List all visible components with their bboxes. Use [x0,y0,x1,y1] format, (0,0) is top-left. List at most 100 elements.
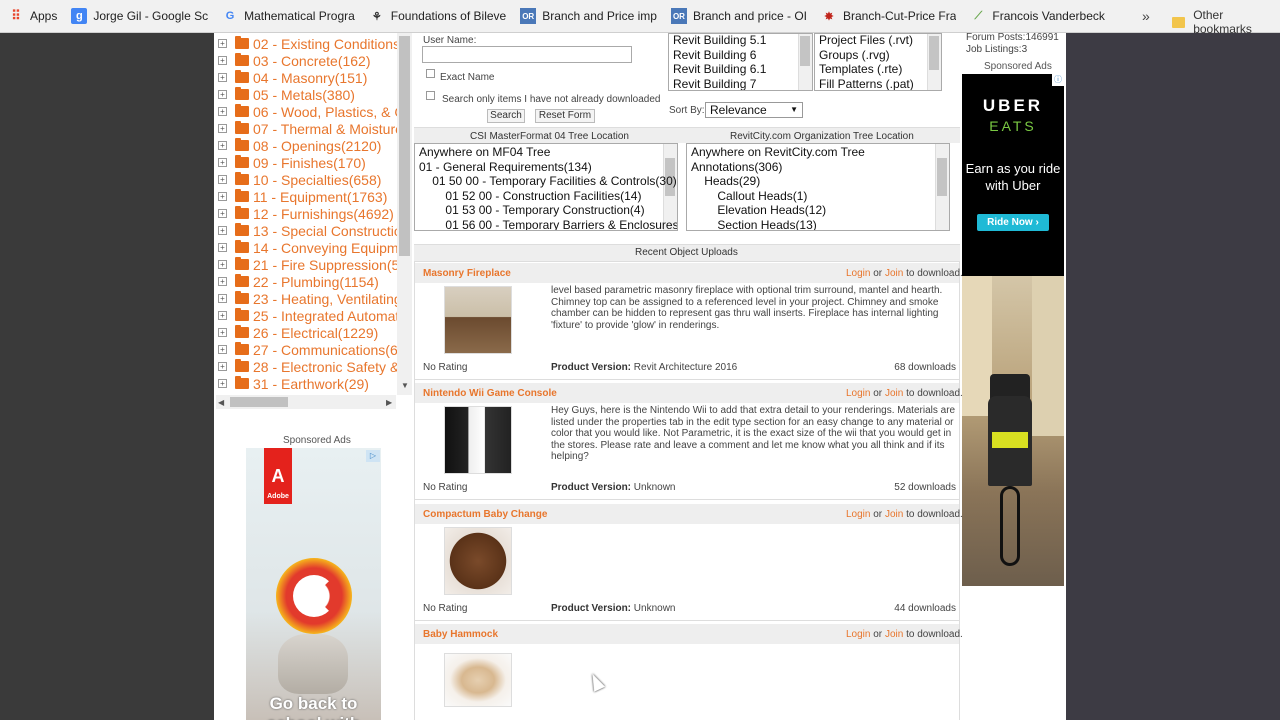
expand-icon[interactable]: + [218,277,227,286]
file-type-list[interactable]: Project Files (.rvt) Groups (.rvg) Templat… [814,33,942,91]
login-link[interactable]: Login [846,509,870,520]
join-link[interactable]: Join [885,388,903,399]
tree-item[interactable]: +26 - Electrical(1229) [214,324,378,341]
expand-icon[interactable]: + [218,243,227,252]
tree-item[interactable]: +06 - Wood, Plastics, & Co [214,103,411,120]
object-title-link[interactable]: Nintendo Wii Game Console [423,388,557,399]
expand-icon[interactable]: + [218,226,227,235]
list-option[interactable]: Elevation Heads(12) [717,203,826,217]
login-link[interactable]: Login [846,629,870,640]
tree-item[interactable]: +03 - Concrete(162) [214,52,371,69]
expand-icon[interactable]: + [218,124,227,133]
tree-horizontal-scroll-thumb[interactable] [230,397,288,407]
other-bookmarks-button[interactable]: Other bookmarks [1172,8,1280,36]
list-option[interactable]: Annotations(306) [691,160,782,174]
bookmark-francois-vanderbeck[interactable]: ⟋ Francois Vanderbeck [970,8,1105,24]
bookmarks-overflow-button[interactable]: » [1142,8,1150,24]
expand-icon[interactable]: + [218,260,227,269]
list-option[interactable]: Revit Building 6.1 [673,62,766,76]
bookmark-jorge-gil[interactable]: g Jorge Gil - Google Sc [71,8,208,24]
expand-icon[interactable]: + [218,379,227,388]
login-link[interactable]: Login [846,268,870,279]
bookmark-math-programming[interactable]: G Mathematical Progra [222,8,355,24]
only-new-checkbox[interactable] [426,91,435,100]
expand-icon[interactable]: + [218,175,227,184]
tree-item[interactable]: +10 - Specialties(658) [214,171,381,188]
list-option[interactable]: Heads(29) [704,174,760,188]
tree-item[interactable]: +28 - Electronic Safety & S [214,358,411,375]
software-list-scroll-thumb[interactable] [800,36,810,66]
expand-icon[interactable]: + [218,192,227,201]
tree-item[interactable]: +07 - Thermal & Moisture [214,120,403,137]
tree-item[interactable]: +21 - Fire Suppression(57) [214,256,411,273]
reset-form-button[interactable]: Reset Form [535,109,595,123]
expand-icon[interactable]: + [218,107,227,116]
user-name-input[interactable] [422,46,632,63]
list-option[interactable]: 01 53 00 - Temporary Construction(4) [445,203,644,217]
scroll-left-arrow-icon[interactable]: ◀ [218,398,224,407]
list-option[interactable]: Section Heads(13) [717,218,816,231]
tree-item[interactable]: +27 - Communications(61 [214,341,406,358]
tree-item[interactable]: +13 - Special Construction [214,222,409,239]
tree-item[interactable]: +05 - Metals(380) [214,86,355,103]
object-thumbnail[interactable] [444,527,512,595]
org-tree-list[interactable]: Anywhere on RevitCity.com Tree Annotation… [686,143,950,231]
bookmark-branch-price-oi[interactable]: OR Branch and price - OI [670,8,807,24]
list-option[interactable]: Anywhere on RevitCity.com Tree [691,145,865,159]
expand-icon[interactable]: + [218,158,227,167]
list-option[interactable]: 01 50 00 - Temporary Facilities & Contro… [432,174,677,188]
expand-icon[interactable]: + [218,345,227,354]
scroll-right-arrow-icon[interactable]: ▶ [386,398,392,407]
login-link[interactable]: Login [846,388,870,399]
uber-ad[interactable]: UBER EATS Earn as you ride with Uber Rid… [962,74,1064,276]
expand-icon[interactable]: + [218,39,227,48]
tree-item[interactable]: +02 - Existing Conditions(2 [214,35,411,52]
object-thumbnail[interactable] [444,406,512,474]
tree-item[interactable]: +23 - Heating, Ventilating, [214,290,406,307]
tree-item[interactable]: +09 - Finishes(170) [214,154,366,171]
expand-icon[interactable]: + [218,209,227,218]
exact-name-checkbox[interactable] [426,69,435,78]
expand-icon[interactable]: + [218,311,227,320]
tree-vertical-scroll-thumb[interactable] [399,36,410,256]
join-link[interactable]: Join [885,268,903,279]
tree-item[interactable]: +31 - Earthwork(29) [214,375,369,392]
csi-tree-list[interactable]: Anywhere on MF04 Tree 01 - General Requir… [414,143,678,231]
bookmark-apps[interactable]: ⠿ Apps [8,8,57,24]
bookmark-branch-cut-price[interactable]: ✸ Branch-Cut-Price Fra [821,8,956,24]
object-thumbnail[interactable] [444,653,512,707]
tree-item[interactable]: +12 - Furnishings(4692) [214,205,394,222]
sort-by-select[interactable]: Relevance ▼ [705,102,803,118]
join-link[interactable]: Join [885,629,903,640]
expand-icon[interactable]: + [218,328,227,337]
scroll-down-arrow-icon[interactable]: ▼ [401,381,409,390]
org-list-scroll-thumb[interactable] [937,158,947,196]
expand-icon[interactable]: + [218,73,227,82]
list-option[interactable]: Templates (.rte) [819,62,902,76]
list-option[interactable]: 01 56 00 - Temporary Barriers & Enclosur… [445,218,677,231]
software-version-list[interactable]: Revit Building 5.1 Revit Building 6 Revit … [668,33,813,91]
ad-choices-icon[interactable]: ▷ [366,450,380,462]
window-scrollbar[interactable] [1272,33,1280,720]
file-type-list-scroll-thumb[interactable] [929,36,939,70]
list-option[interactable]: Revit Building 5.1 [673,34,766,47]
tree-item[interactable]: +04 - Masonry(151) [214,69,367,86]
list-option[interactable]: Groups (.rvg) [819,48,890,62]
bookmark-foundations-bilevel[interactable]: ⚘ Foundations of Bileve [369,8,506,24]
expand-icon[interactable]: + [218,56,227,65]
ad-info-icon[interactable]: ⓘ [1052,74,1064,86]
tree-item[interactable]: +22 - Plumbing(1154) [214,273,379,290]
list-option[interactable]: Revit Building 6 [673,48,756,62]
object-title-link[interactable]: Baby Hammock [423,629,498,640]
object-thumbnail[interactable] [444,286,512,354]
list-option[interactable]: 01 - General Requirements(134) [419,160,592,174]
object-title-link[interactable]: Masonry Fireplace [423,268,511,279]
ride-now-button[interactable]: Ride Now › [977,214,1049,231]
expand-icon[interactable]: + [218,90,227,99]
list-option[interactable]: 01 52 00 - Construction Facilities(14) [445,189,641,203]
expand-icon[interactable]: + [218,362,227,371]
tree-item[interactable]: +25 - Integrated Automati [214,307,402,324]
tree-item[interactable]: +11 - Equipment(1763) [214,188,387,205]
list-option[interactable]: Callout Heads(1) [717,189,807,203]
tree-item[interactable]: +08 - Openings(2120) [214,137,381,154]
